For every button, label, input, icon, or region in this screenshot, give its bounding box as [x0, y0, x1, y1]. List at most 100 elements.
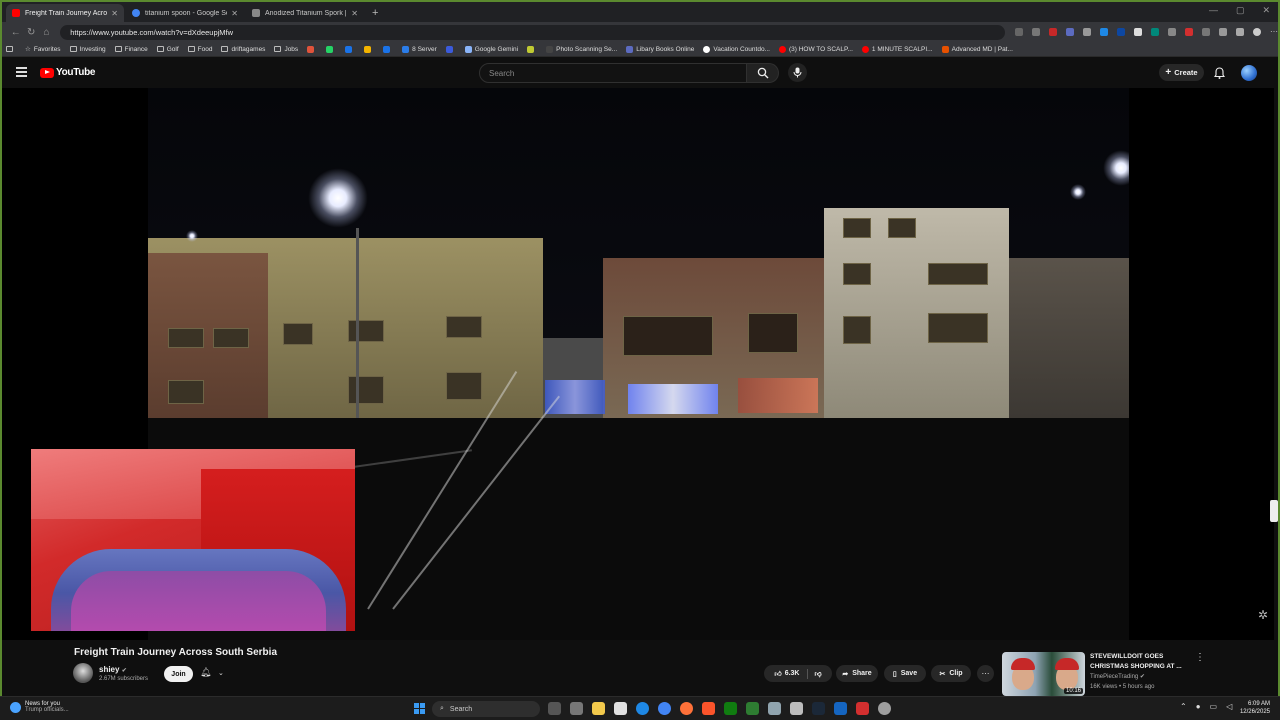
chevron-up-icon[interactable]: ⌃	[1180, 702, 1187, 711]
dislike-button[interactable]: 👎︎	[815, 669, 822, 678]
address-bar[interactable]: https://www.youtube.com/watch?v=dXdeeupj…	[60, 24, 1006, 40]
news-widget[interactable]: News for you Trump officials...	[10, 701, 69, 713]
player-settings-icon[interactable]: ✲	[1258, 608, 1268, 622]
extension-icon[interactable]	[1049, 28, 1058, 36]
edge-icon[interactable]	[636, 702, 649, 715]
close-tab-icon[interactable]: ✕	[111, 9, 118, 18]
search-input[interactable]: Search	[479, 63, 747, 83]
app-icon[interactable]	[768, 702, 781, 715]
favorites-icon[interactable]	[1236, 28, 1245, 36]
extension-icon[interactable]	[1100, 28, 1109, 36]
extension-icon[interactable]	[1134, 28, 1143, 36]
bookmark-photo-scanning[interactable]: Photo Scanning Se...	[546, 45, 617, 53]
app-icon[interactable]	[856, 702, 869, 715]
bookmark-finance[interactable]: Finance	[114, 46, 148, 53]
microphone-icon[interactable]: ●	[1196, 702, 1201, 711]
share-button[interactable]: ➦ Share	[836, 665, 878, 682]
more-actions-button[interactable]: ⋯	[977, 665, 994, 682]
app-icon[interactable]	[746, 702, 759, 715]
recommended-channel[interactable]: TimePieceTrading ✔	[1090, 673, 1145, 680]
close-tab-icon[interactable]: ✕	[351, 9, 358, 18]
notifications-button[interactable]	[1213, 66, 1226, 84]
bookmark-icon-4[interactable]	[364, 45, 374, 53]
bookmarks-toggle[interactable]	[6, 46, 16, 52]
app-icon[interactable]	[614, 702, 627, 715]
new-tab-button[interactable]: +	[372, 7, 378, 19]
bookmark-icon-1[interactable]	[307, 45, 317, 53]
extension-icon[interactable]	[1117, 28, 1126, 36]
account-avatar[interactable]	[1241, 65, 1257, 81]
bookmark-library-books[interactable]: Libary Books Online	[626, 45, 694, 53]
recommended-thumbnail[interactable]: 10:16	[1002, 652, 1085, 696]
create-button[interactable]: + Create	[1159, 64, 1204, 81]
menu-icon[interactable]: ⋯	[1270, 28, 1278, 36]
youtube-logo[interactable]: YouTube	[40, 67, 96, 78]
bookmark-google-gemini[interactable]: Google Gemini	[464, 45, 518, 53]
bookmark-icon-2[interactable]	[326, 45, 336, 53]
network-icon[interactable]: ▭	[1210, 702, 1218, 711]
start-button[interactable]	[414, 703, 425, 714]
search-button[interactable]	[747, 63, 779, 83]
channel-name[interactable]: shiey ✔	[99, 665, 127, 674]
app-icon[interactable]	[790, 702, 803, 715]
volume-icon[interactable]: ◁	[1226, 702, 1232, 711]
extension-icon[interactable]	[1168, 28, 1177, 36]
maximize-icon[interactable]: ▢	[1236, 5, 1245, 16]
home-icon[interactable]: ⌂	[39, 27, 54, 38]
back-icon[interactable]: ←	[8, 27, 23, 38]
bookmark-1-minute-scalping[interactable]: 1 MINUTE SCALPI...	[861, 45, 933, 53]
video-player[interactable]: ✲	[2, 88, 1274, 640]
extension-icon[interactable]	[1151, 28, 1160, 36]
extension-icon[interactable]	[1083, 28, 1092, 36]
bookmark-jobs[interactable]: Jobs	[274, 46, 298, 53]
bookmark-icon-6[interactable]	[445, 45, 456, 53]
star-icon[interactable]	[1032, 28, 1041, 36]
settings-icon[interactable]	[570, 702, 583, 715]
taskbar-clock[interactable]: 6:09 AM 12/26/2025	[1240, 700, 1270, 716]
join-button[interactable]: Join	[164, 666, 193, 682]
extension-icon[interactable]	[1015, 28, 1024, 36]
extension-icon[interactable]	[1219, 28, 1228, 36]
channel-avatar[interactable]	[73, 663, 93, 683]
bookmark-vacation-countdown[interactable]: Vacation Countdo...	[703, 45, 770, 53]
extension-icon[interactable]	[1185, 28, 1194, 36]
extension-icon[interactable]	[1202, 28, 1211, 36]
bookmark-icon-5[interactable]	[383, 45, 393, 53]
taskbar-search[interactable]: ⌕ Search	[432, 701, 540, 717]
menu-icon[interactable]	[16, 67, 27, 77]
like-button[interactable]: 👍︎ 6.3K	[774, 669, 799, 678]
bookmark-icon-3[interactable]	[345, 45, 355, 53]
bookmark-driftagames[interactable]: driftagames	[221, 46, 265, 53]
close-tab-icon[interactable]: ✕	[231, 9, 238, 18]
xbox-icon[interactable]	[724, 702, 737, 715]
bookmark-food[interactable]: Food	[187, 46, 212, 53]
minimize-icon[interactable]: —	[1209, 5, 1218, 16]
extension-icon[interactable]	[1066, 28, 1075, 36]
bookmark-how-to-scalp[interactable]: (3) HOW TO SCALP...	[778, 45, 853, 53]
save-button[interactable]: ▯ Save	[884, 665, 926, 682]
recommended-more-icon[interactable]: ⋮	[1195, 652, 1205, 663]
bookmark-icon-7[interactable]	[527, 45, 537, 53]
tab-youtube[interactable]: Freight Train Journey Across South ✕	[6, 4, 124, 22]
bookmark-advanced-md[interactable]: Advanced MD | Pat...	[941, 45, 1013, 53]
steam-icon[interactable]	[812, 702, 825, 715]
recommended-title[interactable]: STEVEWILLDOIT GOES CHRISTMAS SHOPPING AT…	[1090, 652, 1190, 672]
bookmark-golf[interactable]: Golf	[156, 46, 179, 53]
chrome-icon[interactable]	[658, 702, 671, 715]
sidebar-toggle[interactable]	[1270, 500, 1278, 522]
close-window-icon[interactable]: ✕	[1262, 5, 1270, 16]
bookmark-8-server[interactable]: 8 Server	[402, 45, 437, 53]
profile-icon[interactable]	[1253, 28, 1262, 36]
tab-titanium-spork[interactable]: Anodized Titanium Spork | Eating ✕	[246, 4, 364, 22]
app-icon[interactable]	[878, 702, 891, 715]
app-icon[interactable]	[834, 702, 847, 715]
voice-search-button[interactable]	[788, 63, 807, 82]
task-view-icon[interactable]	[548, 702, 561, 715]
brave-icon[interactable]	[702, 702, 715, 715]
subscription-bell-button[interactable]: 🔔︎ ⌄	[200, 667, 224, 678]
file-explorer-icon[interactable]	[592, 702, 605, 715]
bookmark-favorites[interactable]: ☆ Favorites	[25, 45, 61, 54]
bookmark-investing[interactable]: Investing	[69, 46, 106, 53]
firefox-icon[interactable]	[680, 702, 693, 715]
refresh-icon[interactable]: ↻	[23, 27, 38, 38]
